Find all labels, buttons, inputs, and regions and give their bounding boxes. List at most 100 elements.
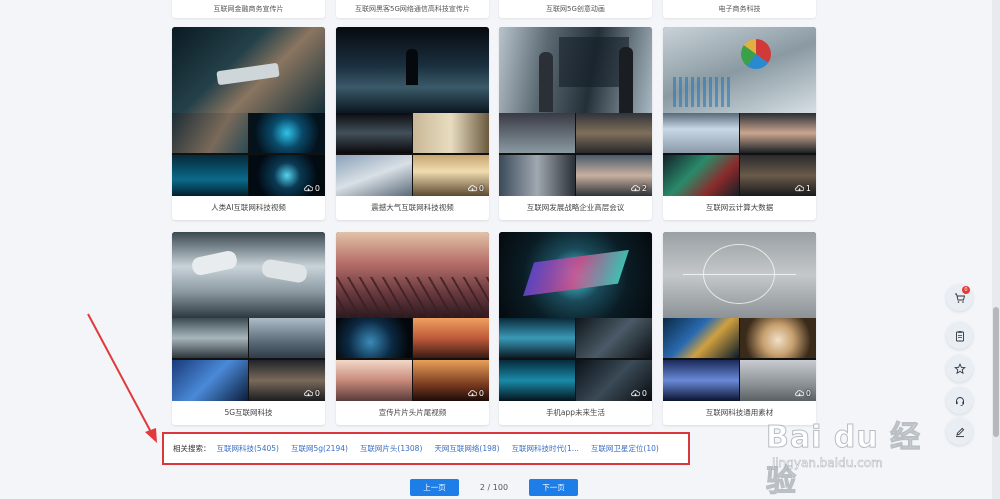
thumbnail-frame <box>499 113 575 153</box>
star-icon <box>953 362 966 374</box>
clipboard-button[interactable] <box>946 322 973 349</box>
download-count: 2 <box>631 184 647 193</box>
thumbnail-main-frame <box>172 232 325 318</box>
video-card[interactable]: 0 手机app未来生活 <box>499 232 652 425</box>
video-thumbnail[interactable]: 0 <box>336 27 489 196</box>
thumbnail-main-frame <box>336 27 489 113</box>
count-value: 2 <box>641 184 647 193</box>
video-card[interactable]: 0 宣传片片头片尾视频 <box>336 232 489 425</box>
related-search-link[interactable]: 互联网5g(2194) <box>291 443 348 454</box>
video-thumbnail[interactable]: 2 <box>499 27 652 196</box>
thumbnail-frame <box>740 113 816 153</box>
feedback-button[interactable] <box>946 418 973 445</box>
bar-chart-shape <box>673 77 733 107</box>
video-card[interactable]: 0 5G互联网科技 <box>172 232 325 425</box>
cloud-download-icon <box>468 185 477 192</box>
thumbnail-main-frame <box>663 232 816 318</box>
count-value: 0 <box>641 389 647 398</box>
video-title[interactable]: 人类AI互联网科技视频 <box>172 196 325 220</box>
thumbnail-main-frame <box>499 232 652 318</box>
bridge-shape <box>336 277 489 318</box>
download-count: 0 <box>304 389 320 398</box>
page-scrollbar[interactable] <box>992 0 1000 499</box>
pagination: 上一页 2 / 100 下一页 <box>410 478 580 496</box>
count-value: 0 <box>478 184 484 193</box>
video-thumbnail[interactable]: 0 <box>663 232 816 401</box>
cloud-download-icon <box>304 390 313 397</box>
top-card-title[interactable]: 互联网黑客5G网络通信高科技宣传片 <box>336 0 489 18</box>
download-count: 1 <box>795 184 811 193</box>
related-search-link[interactable]: 互联网片头(1308) <box>360 443 422 454</box>
thumbnail-frame <box>413 318 489 358</box>
related-search-box: 相关搜索： 互联网科技(5405) 互联网5g(2194) 互联网片头(1308… <box>162 432 690 465</box>
related-search-link[interactable]: 互联网科技(5405) <box>217 443 279 454</box>
thumbnail-frame <box>499 155 575 196</box>
thumbnail-main-frame <box>172 27 325 113</box>
video-title[interactable]: 互联网发展战略企业高层会议 <box>499 196 652 220</box>
video-thumbnail[interactable]: 1 <box>663 27 816 196</box>
thumbnail-frame <box>172 318 248 358</box>
count-value: 0 <box>478 389 484 398</box>
baidu-jingyan-watermark: Bai du 经验 jingyan.baidu.com <box>766 412 946 499</box>
count-value: 0 <box>805 389 811 398</box>
thumbnail-frame <box>336 155 412 196</box>
next-page-button[interactable]: 下一页 <box>529 478 578 496</box>
clipboard-icon <box>955 330 964 341</box>
video-thumbnail[interactable]: 0 <box>172 27 325 196</box>
top-card-title[interactable]: 互联网金融商务宣传片 <box>172 0 325 18</box>
related-search-link[interactable]: 互联网科技时代(1... <box>512 443 579 454</box>
headset-icon <box>955 396 964 406</box>
thumbnail-main-frame <box>336 232 489 318</box>
silhouette-shape <box>406 49 418 85</box>
thumbnail-frame <box>499 318 575 358</box>
top-card-title[interactable]: 互联网5G创意动画 <box>499 0 652 18</box>
video-title[interactable]: 互联网云计算大数据 <box>663 196 816 220</box>
thumbnail-frame <box>576 318 652 358</box>
video-card[interactable]: 1 互联网云计算大数据 <box>663 27 816 220</box>
video-card[interactable]: 0 人类AI互联网科技视频 <box>172 27 325 220</box>
thumbnail-frame <box>249 113 325 153</box>
video-card[interactable]: 0 震撼大气互联网科技视频 <box>336 27 489 220</box>
thumbnail-frame <box>499 360 575 401</box>
phone-screen-shape <box>523 249 629 297</box>
video-card[interactable]: 0 互联网科技通用素材 <box>663 232 816 425</box>
thumbnail-frame <box>336 360 412 401</box>
thumbnail-frame <box>576 113 652 153</box>
top-card-title[interactable]: 电子商务科技 <box>663 0 816 18</box>
thumbnail-frame <box>413 113 489 153</box>
thumbnail-frame <box>336 113 412 153</box>
support-button[interactable] <box>946 387 973 414</box>
thumbnail-frame <box>663 155 739 196</box>
camera-shape <box>260 258 309 284</box>
related-search-link[interactable]: 互联网卫星定位(10) <box>591 443 659 454</box>
video-title[interactable]: 震撼大气互联网科技视频 <box>336 196 489 220</box>
thumbnail-frame <box>740 318 816 358</box>
favorite-button[interactable] <box>946 355 973 382</box>
edit-icon <box>955 427 964 437</box>
video-thumbnail[interactable]: 0 <box>172 232 325 401</box>
count-value: 1 <box>805 184 811 193</box>
scrollbar-thumb[interactable] <box>993 307 999 437</box>
cloud-download-icon <box>795 390 804 397</box>
wireframe-line-shape <box>683 274 796 275</box>
related-search-link[interactable]: 天网互联网络(198) <box>434 443 499 454</box>
video-thumbnail[interactable]: 0 <box>499 232 652 401</box>
video-title[interactable]: 宣传片片头片尾视频 <box>336 401 489 425</box>
video-title[interactable]: 5G互联网科技 <box>172 401 325 425</box>
download-count: 0 <box>304 184 320 193</box>
cart-button[interactable]: 0 <box>946 284 973 311</box>
thumbnail-frame <box>249 318 325 358</box>
page-indicator: 2 / 100 <box>479 482 509 492</box>
download-count: 0 <box>795 389 811 398</box>
pie-chart-shape <box>741 39 771 69</box>
cart-badge: 0 <box>962 286 970 294</box>
video-thumbnail[interactable]: 0 <box>336 232 489 401</box>
thumbnail-main-frame <box>663 27 816 113</box>
prev-page-button[interactable]: 上一页 <box>410 478 459 496</box>
video-title[interactable]: 手机app未来生活 <box>499 401 652 425</box>
thumbnail-frame <box>663 318 739 358</box>
camera-shape <box>190 249 239 277</box>
person-shape <box>619 47 633 113</box>
video-card[interactable]: 2 互联网发展战略企业高层会议 <box>499 27 652 220</box>
person-shape <box>539 52 553 112</box>
